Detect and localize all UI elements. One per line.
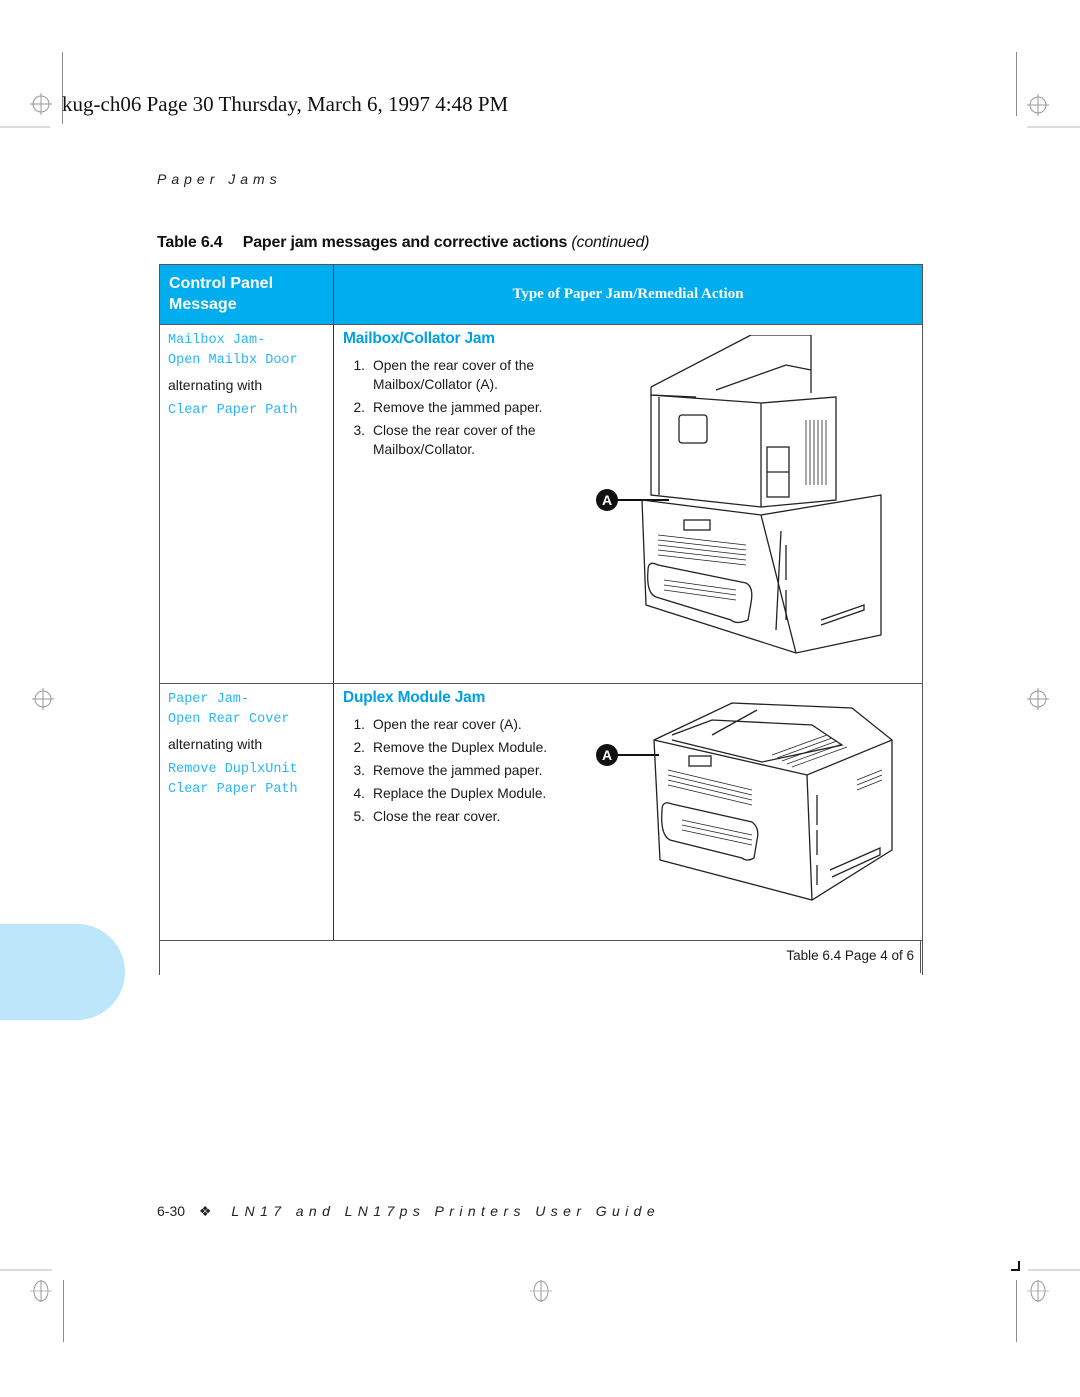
registration-target-icon <box>1027 1280 1049 1302</box>
crop-mark <box>0 126 50 128</box>
table-continued: (continued) <box>571 234 650 251</box>
lcd-message: Open Mailbx Door <box>168 352 298 368</box>
lcd-message: Remove DuplxUnit <box>168 762 298 777</box>
page-number: 6-30 <box>157 1203 186 1219</box>
header-remedial-action: Type of Paper Jam/Remedial Action <box>512 286 744 302</box>
registration-target-icon <box>30 93 52 115</box>
table-header: Control Panel Message Type of Paper Jam/… <box>160 265 922 325</box>
registration-target-icon <box>32 688 54 710</box>
callout-a-icon: A <box>596 744 618 766</box>
diamond-ornament-icon: ❖ <box>198 1203 212 1219</box>
guide-title: LN17 and LN17ps Printers User Guide <box>231 1203 661 1219</box>
remedial-action-cell: Mailbox/Collator Jam 1. Open the rear cov… <box>334 325 922 683</box>
table-side-border <box>159 940 160 973</box>
crop-mark <box>1027 126 1080 128</box>
table-side-border <box>920 940 921 973</box>
table-row: Paper Jam- Open Rear Cover alternating w… <box>160 684 922 941</box>
lcd-message: Clear Paper Path <box>168 781 298 797</box>
registration-target-icon <box>530 1280 552 1302</box>
duplex-module-printer-illustration <box>653 702 893 901</box>
jam-messages-table: Control Panel Message Type of Paper Jam/… <box>159 264 923 975</box>
table-number: Table 6.4 <box>157 234 223 251</box>
lcd-message: Clear Paper Path <box>168 403 298 418</box>
chapter-thumb-tab <box>0 924 125 1020</box>
registration-target-icon <box>1027 688 1049 710</box>
crop-mark <box>0 1269 52 1271</box>
lcd-message: Mailbox Jam- <box>168 333 266 348</box>
control-panel-message-cell: Mailbox Jam- Open Mailbx Door alternatin… <box>160 325 334 683</box>
header-control-panel-message: Control Panel Message <box>160 265 334 324</box>
corner-mark <box>1011 1261 1020 1271</box>
page-footer: 6-30 ❖ LN17 and LN17ps Printers User Gui… <box>157 1203 660 1220</box>
crop-mark <box>1028 1269 1080 1271</box>
crop-mark <box>63 1280 64 1342</box>
table-row: Mailbox Jam- Open Mailbx Door alternatin… <box>160 325 922 684</box>
registration-target-icon <box>1027 94 1049 116</box>
header-col1-line1: Control Panel <box>169 275 274 292</box>
alternating-label: alternating with <box>168 377 263 393</box>
registration-target-icon <box>30 1280 52 1302</box>
crop-mark <box>1016 1280 1017 1342</box>
mailbox-collator-printer-illustration <box>641 335 882 654</box>
callout-a-icon: A <box>596 489 618 511</box>
table-caption: Paper jam messages and corrective action… <box>242 234 568 251</box>
table-page-indicator: Table 6.4 Page 4 of 6 <box>786 948 914 963</box>
control-panel-message-cell: Paper Jam- Open Rear Cover alternating w… <box>160 684 334 940</box>
document-slug: kug-ch06 Page 30 Thursday, March 6, 1997… <box>62 92 509 116</box>
table-title: Table 6.4 Paper jam messages and correct… <box>157 234 649 252</box>
lcd-message: Open Rear Cover <box>168 711 290 727</box>
remedial-action-cell: Duplex Module Jam 1. Open the rear cover … <box>334 684 922 940</box>
alternating-label: alternating with <box>168 736 263 752</box>
running-head: Paper Jams <box>157 171 282 187</box>
table-footer-row: Table 6.4 Page 4 of 6 <box>160 941 922 975</box>
crop-mark <box>1016 52 1017 116</box>
lcd-message: Paper Jam- <box>168 692 250 707</box>
header-col1-line2: Message <box>169 296 237 313</box>
